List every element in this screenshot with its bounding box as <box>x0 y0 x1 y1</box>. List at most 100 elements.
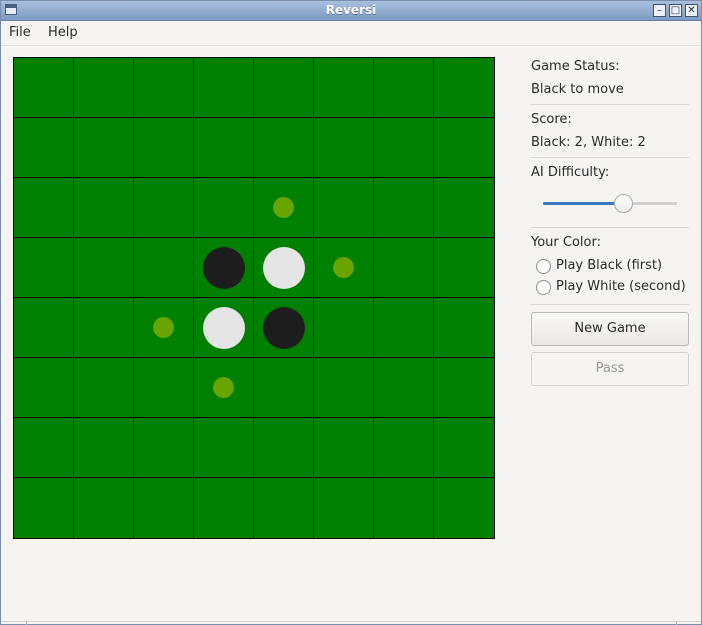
divider <box>531 304 689 305</box>
board-cell[interactable] <box>434 58 494 118</box>
score-value: Black: 2, White: 2 <box>531 135 646 150</box>
board-cell[interactable] <box>194 118 254 178</box>
board-cell[interactable] <box>434 118 494 178</box>
board-cell[interactable] <box>314 58 374 118</box>
menu-bar: File Help <box>1 21 701 46</box>
board-cell[interactable] <box>374 298 434 358</box>
divider <box>531 157 689 158</box>
divider <box>531 227 689 228</box>
board-cell[interactable] <box>194 58 254 118</box>
board-cell[interactable] <box>74 478 134 538</box>
board-cell[interactable] <box>314 418 374 478</box>
status-bar-edge <box>1 621 701 622</box>
board-cell[interactable] <box>74 178 134 238</box>
board-cell[interactable] <box>74 118 134 178</box>
game-board[interactable] <box>13 57 495 539</box>
menu-help[interactable]: Help <box>48 25 78 40</box>
board-cell[interactable] <box>374 178 434 238</box>
board-cell[interactable] <box>14 478 74 538</box>
board-cell[interactable] <box>434 238 494 298</box>
board-cell[interactable] <box>434 358 494 418</box>
ai-difficulty-heading: AI Difficulty: <box>531 165 610 180</box>
ai-difficulty-slider-fill <box>543 202 624 205</box>
radio-play-white-label[interactable]: Play White (second) <box>556 279 686 294</box>
board-cell[interactable] <box>254 118 314 178</box>
board-cell[interactable] <box>374 238 434 298</box>
board-cell[interactable] <box>194 358 254 418</box>
legal-move-hint[interactable] <box>333 257 354 278</box>
board-cell[interactable] <box>254 298 314 358</box>
board-cell[interactable] <box>254 58 314 118</box>
radio-play-black-label[interactable]: Play Black (first) <box>556 258 662 273</box>
board-cell[interactable] <box>14 118 74 178</box>
board-cell[interactable] <box>194 238 254 298</box>
reversi-window: Reversi – □ ✕ File Help Game Status: Bla… <box>0 0 702 625</box>
board-cell[interactable] <box>434 418 494 478</box>
legal-move-hint[interactable] <box>213 377 234 398</box>
board-cell[interactable] <box>134 418 194 478</box>
board-cell[interactable] <box>134 478 194 538</box>
board-cell[interactable] <box>194 418 254 478</box>
title-bar[interactable]: Reversi – □ ✕ <box>1 1 701 21</box>
menu-file[interactable]: File <box>9 25 31 40</box>
board-cell[interactable] <box>314 178 374 238</box>
black-disc <box>203 247 245 289</box>
board-cell[interactable] <box>314 298 374 358</box>
pass-button[interactable]: Pass <box>531 352 689 386</box>
board-cell[interactable] <box>14 178 74 238</box>
board-cell[interactable] <box>134 58 194 118</box>
radio-button[interactable] <box>536 259 551 274</box>
board-cell[interactable] <box>74 298 134 358</box>
board-cell[interactable] <box>434 478 494 538</box>
board-cell[interactable] <box>74 358 134 418</box>
board-cell[interactable] <box>134 238 194 298</box>
black-disc <box>263 307 305 349</box>
board-cell[interactable] <box>374 418 434 478</box>
legal-move-hint[interactable] <box>153 317 174 338</box>
game-status-value: Black to move <box>531 82 624 97</box>
radio-button[interactable] <box>536 280 551 295</box>
board-cell[interactable] <box>254 358 314 418</box>
ai-difficulty-slider-handle[interactable] <box>613 194 633 213</box>
board-cell[interactable] <box>314 118 374 178</box>
board-cell[interactable] <box>254 238 314 298</box>
board-cell[interactable] <box>434 178 494 238</box>
board-cell[interactable] <box>74 418 134 478</box>
white-disc <box>263 247 305 289</box>
board-cell[interactable] <box>434 298 494 358</box>
board-cell[interactable] <box>254 418 314 478</box>
board-cell[interactable] <box>134 118 194 178</box>
board-cell[interactable] <box>374 118 434 178</box>
board-cell[interactable] <box>134 358 194 418</box>
board-cell[interactable] <box>14 298 74 358</box>
board-cell[interactable] <box>254 178 314 238</box>
board-cell[interactable] <box>314 238 374 298</box>
board-cell[interactable] <box>74 58 134 118</box>
board-cell[interactable] <box>14 418 74 478</box>
your-color-heading: Your Color: <box>531 235 601 250</box>
board-cell[interactable] <box>254 478 314 538</box>
maximize-icon[interactable]: □ <box>669 4 682 17</box>
minimize-icon[interactable]: – <box>653 4 666 17</box>
white-disc <box>203 307 245 349</box>
resize-grip <box>26 621 27 625</box>
board-cell[interactable] <box>374 358 434 418</box>
board-cell[interactable] <box>314 358 374 418</box>
board-cell[interactable] <box>374 58 434 118</box>
board-cell[interactable] <box>14 58 74 118</box>
board-cell[interactable] <box>194 298 254 358</box>
board-cell[interactable] <box>194 178 254 238</box>
board-cell[interactable] <box>14 238 74 298</box>
board-cell[interactable] <box>314 478 374 538</box>
close-icon[interactable]: ✕ <box>685 4 698 17</box>
board-cell[interactable] <box>194 478 254 538</box>
score-heading: Score: <box>531 112 572 127</box>
new-game-button[interactable]: New Game <box>531 312 689 346</box>
board-cell[interactable] <box>134 298 194 358</box>
board-cell[interactable] <box>74 238 134 298</box>
legal-move-hint[interactable] <box>273 197 294 218</box>
board-cell[interactable] <box>14 358 74 418</box>
board-cell[interactable] <box>134 178 194 238</box>
board-cell[interactable] <box>374 478 434 538</box>
ai-difficulty-slider-track[interactable] <box>543 202 677 205</box>
